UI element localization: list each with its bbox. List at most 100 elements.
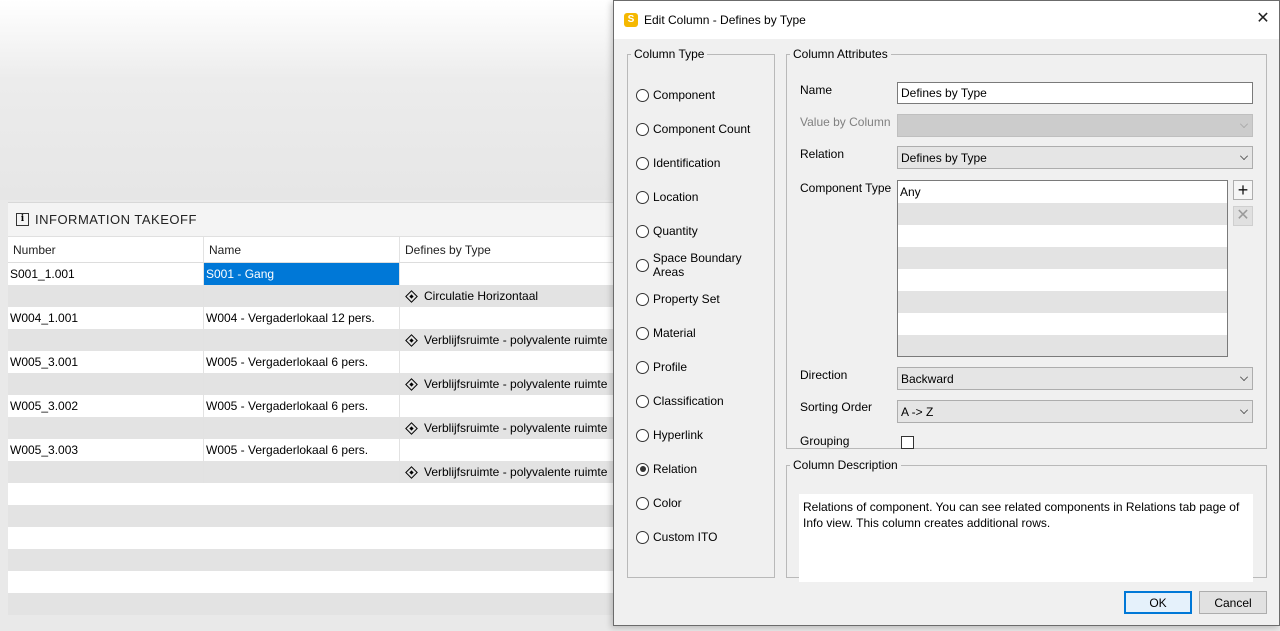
- column-type-option[interactable]: Profile: [636, 359, 687, 375]
- table-row[interactable]: Verblijfsruimte - polyvalente ruimte: [8, 329, 618, 351]
- component-type-list[interactable]: Any: [897, 180, 1228, 357]
- value-by-column-select[interactable]: [897, 114, 1253, 137]
- table-cell[interactable]: W004 - Vergaderlokaal 12 pers.: [204, 307, 400, 329]
- column-description-group: Column Description Relations of componen…: [786, 458, 1267, 582]
- cell-text: W004 - Vergaderlokaal 12 pers.: [206, 311, 375, 325]
- table-cell[interactable]: [400, 263, 618, 285]
- radio-button[interactable]: [636, 224, 649, 238]
- table-cell[interactable]: [204, 417, 400, 439]
- empty-row: [8, 483, 618, 505]
- radio-button[interactable]: [636, 530, 649, 544]
- column-type-option[interactable]: Space Boundary Areas: [636, 251, 774, 279]
- dialog-titlebar: S Edit Column - Defines by Type ✕: [614, 1, 1279, 39]
- column-type-option[interactable]: Classification: [636, 393, 724, 409]
- table-cell[interactable]: [8, 285, 204, 307]
- table-cell[interactable]: W005_3.002: [8, 395, 204, 417]
- table-cell[interactable]: Verblijfsruimte - polyvalente ruimte: [400, 329, 618, 351]
- empty-row: [8, 505, 618, 527]
- column-type-option[interactable]: Hyperlink: [636, 427, 703, 443]
- list-item: [898, 335, 1227, 356]
- table-row[interactable]: Verblijfsruimte - polyvalente ruimte: [8, 417, 618, 439]
- table-cell[interactable]: [204, 285, 400, 307]
- table-cell[interactable]: [400, 351, 618, 373]
- chevron-down-icon: [1240, 152, 1248, 160]
- table-cell[interactable]: [8, 329, 204, 351]
- table-cell[interactable]: W005 - Vergaderlokaal 6 pers.: [204, 395, 400, 417]
- relation-select[interactable]: Defines by Type: [897, 146, 1253, 169]
- table-cell[interactable]: Verblijfsruimte - polyvalente ruimte: [400, 373, 618, 395]
- list-item: [898, 225, 1227, 247]
- table-cell[interactable]: W005 - Vergaderlokaal 6 pers.: [204, 351, 400, 373]
- table-row[interactable]: W005_3.001 W005 - Vergaderlokaal 6 pers.: [8, 351, 618, 373]
- table-row[interactable]: Verblijfsruimte - polyvalente ruimte: [8, 373, 618, 395]
- radio-button[interactable]: [636, 496, 649, 510]
- table-cell[interactable]: [204, 461, 400, 483]
- radio-button[interactable]: [636, 190, 649, 204]
- column-header-number[interactable]: Number: [8, 237, 204, 262]
- column-type-option[interactable]: Color: [636, 495, 682, 511]
- sorting-order-select[interactable]: A -> Z: [897, 400, 1253, 423]
- column-type-option[interactable]: Material: [636, 325, 696, 341]
- list-item[interactable]: Any: [898, 181, 1227, 203]
- table-cell[interactable]: [8, 373, 204, 395]
- cell-text: Verblijfsruimte - polyvalente ruimte: [424, 465, 608, 479]
- column-type-option[interactable]: Component Count: [636, 121, 750, 137]
- close-icon[interactable]: ✕: [1255, 11, 1271, 27]
- column-header-defines-by-type[interactable]: Defines by Type: [400, 237, 618, 262]
- table-cell[interactable]: [204, 329, 400, 351]
- table-cell[interactable]: [8, 417, 204, 439]
- table-cell[interactable]: [400, 395, 618, 417]
- column-description-text: Relations of component. You can see rela…: [799, 494, 1253, 582]
- table-cell[interactable]: W005 - Vergaderlokaal 6 pers.: [204, 439, 400, 461]
- column-type-option[interactable]: Component: [636, 87, 715, 103]
- radio-button[interactable]: [636, 292, 649, 306]
- column-type-option[interactable]: Relation: [636, 461, 697, 477]
- table-cell[interactable]: W005_3.003: [8, 439, 204, 461]
- table-row[interactable]: W005_3.002 W005 - Vergaderlokaal 6 pers.: [8, 395, 618, 417]
- table-cell[interactable]: [8, 461, 204, 483]
- column-type-option[interactable]: Custom ITO: [636, 529, 717, 545]
- ok-button[interactable]: OK: [1124, 591, 1192, 614]
- radio-button[interactable]: [636, 360, 649, 374]
- column-type-option[interactable]: Quantity: [636, 223, 698, 239]
- table-row[interactable]: Verblijfsruimte - polyvalente ruimte: [8, 461, 618, 483]
- cell-text: W005_3.001: [10, 355, 79, 369]
- column-type-option[interactable]: Identification: [636, 155, 720, 171]
- column-type-option[interactable]: Property Set: [636, 291, 720, 307]
- radio-button[interactable]: [636, 428, 649, 442]
- table-cell[interactable]: Circulatie Horizontaal: [400, 285, 618, 307]
- direction-select[interactable]: Backward: [897, 367, 1253, 390]
- remove-component-type-button[interactable]: ✕: [1233, 206, 1253, 226]
- table-cell[interactable]: W004_1.001: [8, 307, 204, 329]
- table-cell[interactable]: [400, 307, 618, 329]
- column-description-legend: Column Description: [793, 458, 898, 472]
- radio-button[interactable]: [636, 326, 649, 340]
- radio-button[interactable]: [636, 394, 649, 408]
- cell-text: W005 - Vergaderlokaal 6 pers.: [206, 399, 369, 413]
- name-input[interactable]: Defines by Type: [897, 82, 1253, 104]
- table-cell[interactable]: Verblijfsruimte - polyvalente ruimte: [400, 461, 618, 483]
- table-cell[interactable]: W005_3.001: [8, 351, 204, 373]
- radio-button[interactable]: [636, 462, 649, 476]
- column-type-group: Column Type Component Component Count Iden…: [627, 47, 775, 578]
- add-component-type-button[interactable]: +: [1233, 180, 1253, 200]
- grouping-checkbox[interactable]: [901, 436, 914, 449]
- table-cell[interactable]: [204, 373, 400, 395]
- column-header-name[interactable]: Name: [204, 237, 400, 262]
- radio-button[interactable]: [636, 122, 649, 136]
- table-cell[interactable]: S001 - Gang: [204, 263, 400, 285]
- table-row[interactable]: W004_1.001 W004 - Vergaderlokaal 12 pers.: [8, 307, 618, 329]
- table-row[interactable]: S001_1.001 S001 - Gang: [8, 263, 618, 285]
- chevron-down-icon: [1240, 373, 1248, 381]
- radio-button[interactable]: [636, 88, 649, 102]
- radio-button[interactable]: [636, 258, 649, 272]
- cancel-button[interactable]: Cancel: [1199, 591, 1267, 614]
- column-type-option[interactable]: Location: [636, 189, 698, 205]
- table-cell[interactable]: S001_1.001: [8, 263, 204, 285]
- table-cell[interactable]: [400, 439, 618, 461]
- table-row[interactable]: W005_3.003 W005 - Vergaderlokaal 6 pers.: [8, 439, 618, 461]
- table-cell[interactable]: Verblijfsruimte - polyvalente ruimte: [400, 417, 618, 439]
- radio-button[interactable]: [636, 156, 649, 170]
- app-logo-icon: S: [624, 13, 638, 27]
- table-row[interactable]: Circulatie Horizontaal: [8, 285, 618, 307]
